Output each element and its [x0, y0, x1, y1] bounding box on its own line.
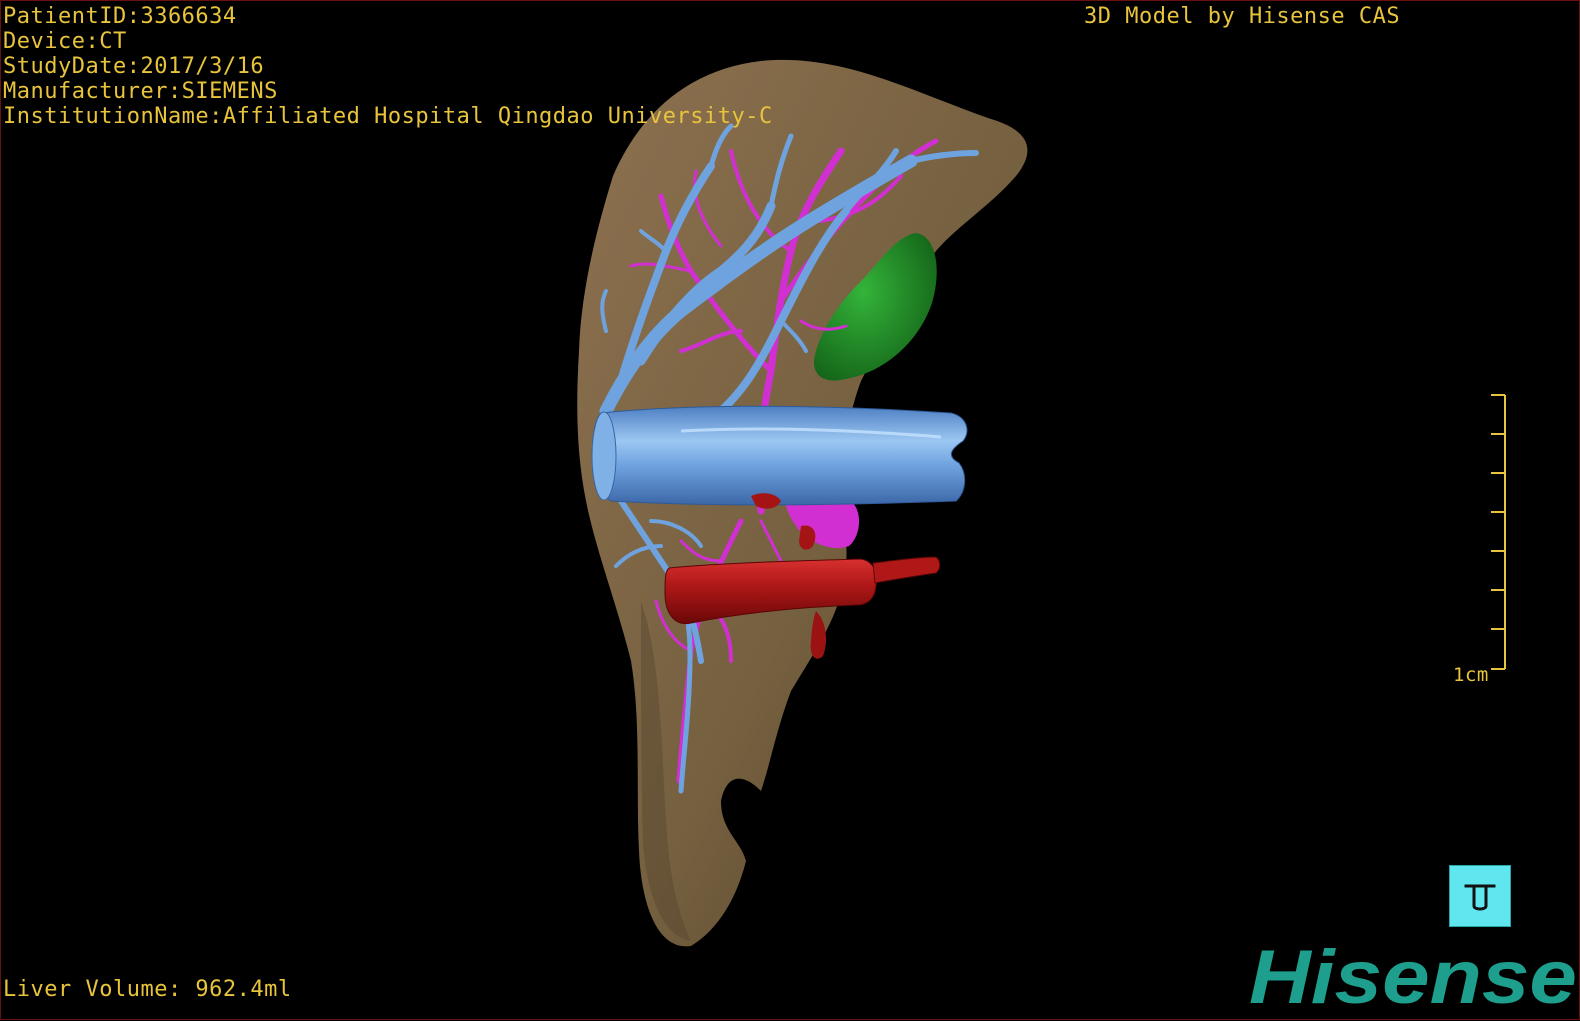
- hepatic-artery-branch: [872, 556, 941, 584]
- liver-3d-model[interactable]: [1, 1, 1580, 1021]
- hisense-logo: Hisense: [1249, 941, 1577, 1011]
- inferior-vena-cava: [592, 405, 968, 506]
- study-date: StudyDate:2017/3/16: [3, 54, 265, 79]
- logo-text: Hisense: [1249, 941, 1577, 1011]
- ivc-cut-end: [591, 411, 617, 501]
- patient-info-panel: PatientID:3366634 Device:CT StudyDate:2017…: [3, 4, 773, 129]
- artery-mid-branch: [799, 525, 816, 550]
- patient-id: PatientID:3366634: [3, 4, 237, 29]
- scale-bar-label: 1cm: [1453, 664, 1489, 686]
- institution-name: InstitutionName:Affiliated Hospital Qing…: [3, 104, 773, 129]
- view-orientation-icon: [1464, 884, 1496, 911]
- model-caption: 3D Model by Hisense CAS: [1084, 4, 1401, 29]
- view-orientation-button[interactable]: [1449, 865, 1511, 927]
- 3d-viewport[interactable]: PatientID:3366634 Device:CT StudyDate:2017…: [0, 0, 1580, 1020]
- manufacturer: Manufacturer:SIEMENS: [3, 79, 278, 104]
- liver-volume: Liver Volume: 962.4ml: [3, 977, 292, 1002]
- scale-bar: [1491, 394, 1506, 670]
- device: Device:CT: [3, 29, 127, 54]
